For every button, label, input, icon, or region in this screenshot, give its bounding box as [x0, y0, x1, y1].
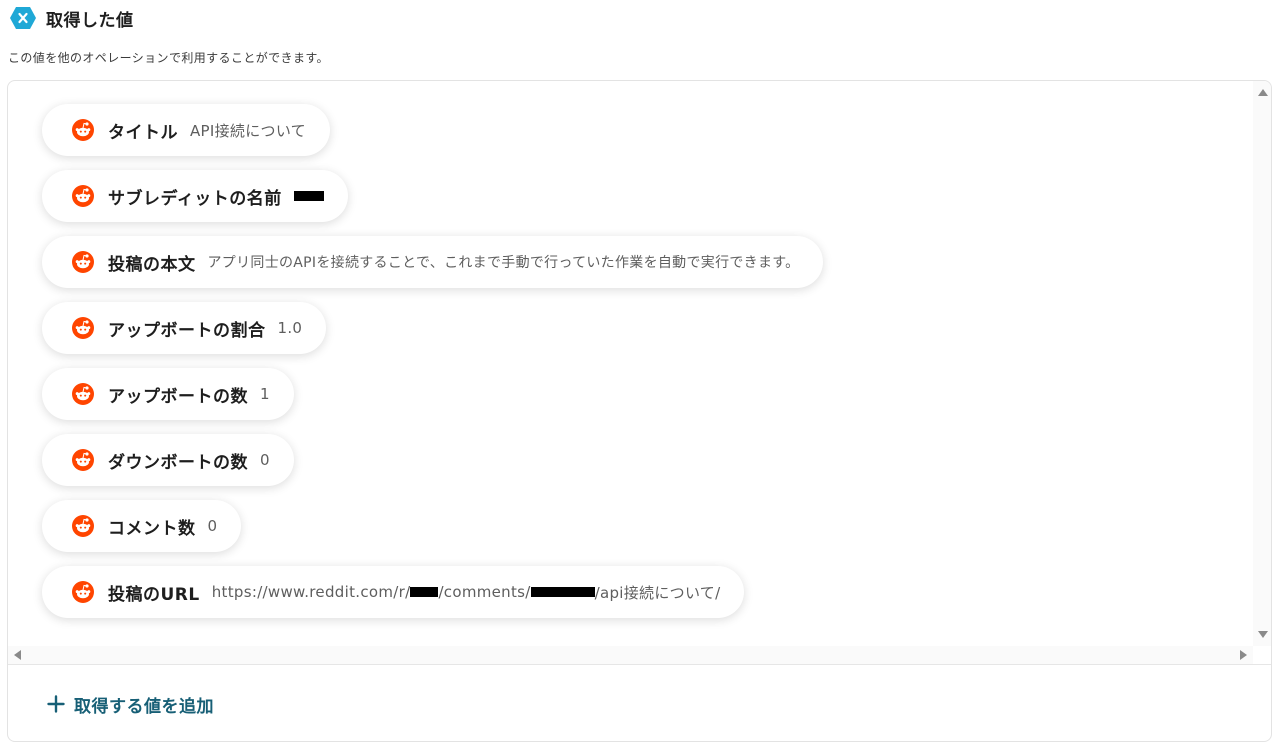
value-label: サブレディットの名前 [108, 188, 282, 209]
url-part: /comments/ [438, 583, 531, 601]
scroll-left-arrow-icon[interactable] [14, 650, 21, 660]
value-text: API接続について [190, 121, 306, 140]
vertical-scrollbar[interactable] [1253, 81, 1271, 646]
value-pill-title[interactable]: タイトル API接続について [42, 104, 330, 156]
value-text-redacted [293, 191, 324, 201]
value-pill-upvote-ratio[interactable]: アップボートの割合 1.0 [42, 302, 327, 354]
url-part: https://www.reddit.com/r/ [211, 583, 411, 601]
scroll-up-arrow-icon[interactable] [1258, 89, 1268, 96]
value-text: 0 [260, 451, 270, 469]
reddit-icon [72, 251, 94, 273]
add-value-label: 取得する値を追加 [74, 696, 214, 717]
redaction-bar [410, 587, 439, 597]
values-panel: タイトル API接続について サブレディットの名前 投稿の本文 アプリ同士のAP… [7, 80, 1272, 742]
value-label: タイトル [108, 122, 178, 143]
redaction-bar [530, 587, 595, 597]
value-pill-upvote-count[interactable]: アップボートの数 1 [42, 368, 294, 420]
plus-icon [46, 694, 66, 714]
value-text: アプリ同士のAPIを接続することで、これまで手動で行っていた作業を自動で実行でき… [207, 255, 800, 271]
value-text: 1.0 [277, 319, 303, 337]
reddit-icon [72, 515, 94, 537]
reddit-icon [72, 317, 94, 339]
reddit-icon [72, 185, 94, 207]
value-text: 1 [260, 385, 270, 403]
scroll-right-arrow-icon[interactable] [1240, 650, 1247, 660]
horizontal-scrollbar[interactable] [8, 646, 1253, 664]
value-label: アップボートの数 [108, 386, 248, 407]
reddit-icon [72, 119, 94, 141]
add-value-button[interactable]: 取得する値を追加 [46, 691, 214, 717]
value-label: アップボートの割合 [108, 320, 266, 341]
value-pill-downvote-count[interactable]: ダウンボートの数 0 [42, 434, 294, 486]
reddit-icon [72, 581, 94, 603]
value-text-url: https://www.reddit.com/r/ /comments/ /ap… [212, 582, 721, 603]
section-title: 取得した値 [46, 10, 134, 31]
redaction-bar [293, 191, 324, 201]
divider [8, 664, 1271, 665]
value-pill-post-body[interactable]: 投稿の本文 アプリ同士のAPIを接続することで、これまで手動で行っていた作業を自… [42, 236, 824, 288]
value-pill-comment-count[interactable]: コメント数 0 [42, 500, 242, 552]
value-pill-subreddit-name[interactable]: サブレディットの名前 [42, 170, 348, 222]
value-label: ダウンボートの数 [108, 452, 248, 473]
value-label: 投稿のURL [108, 584, 200, 605]
values-list[interactable]: タイトル API接続について サブレディットの名前 投稿の本文 アプリ同士のAP… [8, 81, 1253, 646]
value-label: コメント数 [108, 518, 196, 539]
section-description: この値を他のオペレーションで利用することができます。 [8, 51, 329, 65]
url-part: /api接続について/ [594, 583, 721, 602]
scroll-down-arrow-icon[interactable] [1258, 631, 1268, 638]
reddit-icon [72, 383, 94, 405]
value-pill-post-url[interactable]: 投稿のURL https://www.reddit.com/r/ /commen… [42, 566, 745, 618]
value-text: 0 [207, 517, 218, 535]
section-header: 取得した値 [8, 6, 134, 31]
value-label: 投稿の本文 [108, 254, 196, 275]
variable-x-icon [8, 6, 38, 30]
reddit-icon [72, 449, 94, 471]
